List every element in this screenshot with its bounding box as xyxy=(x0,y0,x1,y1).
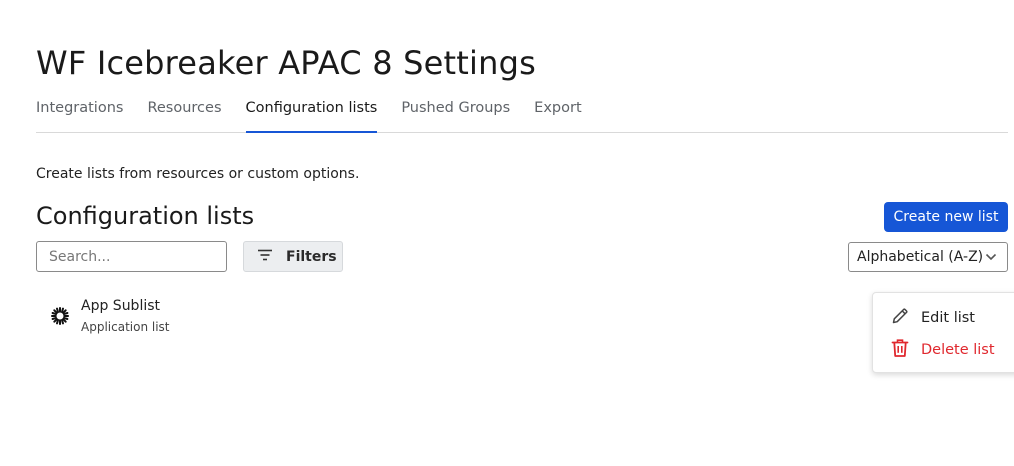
intro-text: Create lists from resources or custom op… xyxy=(36,166,360,182)
list-item-name[interactable]: App Sublist xyxy=(81,298,160,314)
pencil-icon xyxy=(891,307,909,330)
filter-icon xyxy=(258,248,272,266)
tab-integrations[interactable]: Integrations xyxy=(36,96,123,132)
sort-selected-label: Alphabetical (A-Z) xyxy=(857,249,984,265)
edit-list-menu-item[interactable]: Edit list xyxy=(891,305,975,331)
sort-select[interactable]: Alphabetical (A-Z) xyxy=(848,242,1008,272)
search-input[interactable] xyxy=(36,241,227,272)
chevron-down-icon xyxy=(985,248,997,266)
delete-list-menu-item[interactable]: Delete list xyxy=(891,337,995,363)
delete-list-label: Delete list xyxy=(921,342,995,358)
trash-icon xyxy=(891,338,909,363)
tab-export[interactable]: Export xyxy=(534,96,581,132)
app-gear-icon xyxy=(50,306,70,326)
edit-list-label: Edit list xyxy=(921,310,975,326)
list-actions-menu: Edit list Delete list xyxy=(872,292,1014,373)
tab-pushed-groups[interactable]: Pushed Groups xyxy=(401,96,510,132)
tab-configuration-lists[interactable]: Configuration lists xyxy=(245,96,377,133)
tab-resources[interactable]: Resources xyxy=(147,96,221,132)
settings-tabs: Integrations Resources Configuration lis… xyxy=(36,96,1008,133)
filters-label: Filters xyxy=(286,248,337,265)
create-new-list-button[interactable]: Create new list xyxy=(884,202,1008,232)
list-item[interactable]: App Sublist Application list xyxy=(50,296,350,336)
filters-button[interactable]: Filters xyxy=(243,241,343,272)
list-item-type: Application list xyxy=(81,320,170,334)
section-title: Configuration lists xyxy=(36,202,255,230)
page-title: WF Icebreaker APAC 8 Settings xyxy=(36,44,536,82)
